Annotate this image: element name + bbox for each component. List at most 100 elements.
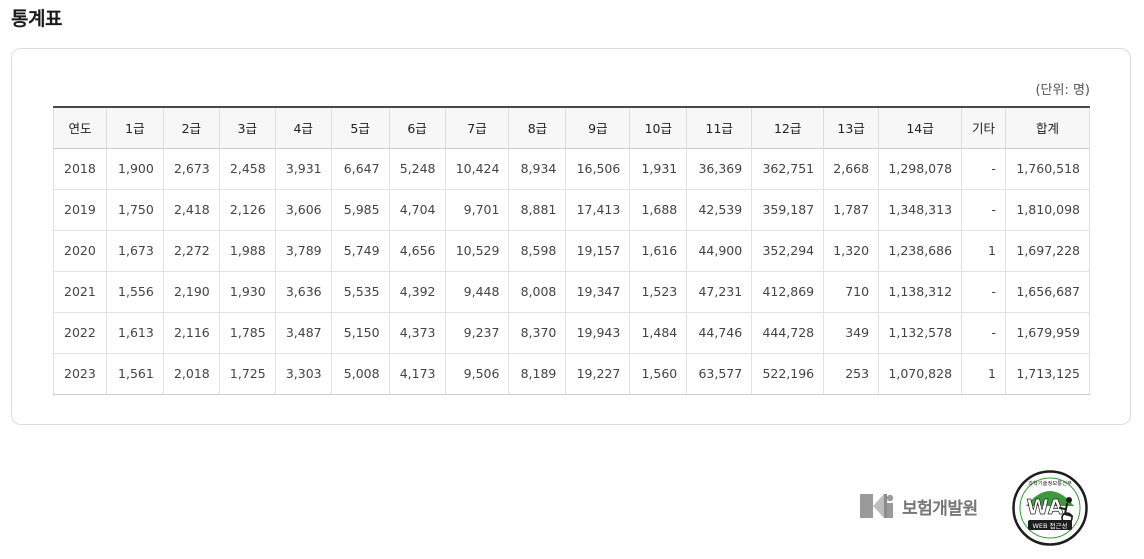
header-cell: 9급 [565, 107, 631, 149]
value-cell: - [961, 312, 1006, 354]
value-cell: 3,931 [275, 148, 332, 190]
value-cell: 2,673 [163, 148, 220, 190]
value-cell: 2,116 [163, 312, 220, 354]
value-cell: 8,370 [508, 312, 567, 354]
value-cell: 19,157 [565, 230, 631, 272]
value-cell: 1,787 [823, 189, 880, 231]
table-header-row: 연도 1급 2급 3급 4급 5급 6급 7급 8급 9급 10급 11급 12급 13급 14급 기타 합계 [53, 107, 1091, 149]
total-cell: 1,656,687 [1005, 271, 1091, 313]
value-cell: 19,227 [565, 353, 631, 395]
value-cell: 4,173 [389, 353, 446, 395]
value-cell: 9,506 [445, 353, 510, 395]
value-cell: 1,238,686 [878, 230, 963, 272]
value-cell: 3,606 [275, 189, 332, 231]
value-cell: 4,392 [389, 271, 446, 313]
value-cell: 362,751 [751, 148, 825, 190]
value-cell: 4,656 [389, 230, 446, 272]
value-cell: 5,248 [389, 148, 446, 190]
value-cell: 5,150 [331, 312, 390, 354]
value-cell: 352,294 [751, 230, 825, 272]
table-row: 2020 1,673 2,272 1,988 3,789 5,749 4,656 10,529… [53, 230, 1091, 272]
value-cell: 5,008 [331, 353, 390, 395]
badge-mark-text: WA [1027, 495, 1064, 519]
value-cell: 9,701 [445, 189, 510, 231]
value-cell: 8,189 [508, 353, 567, 395]
year-cell: 2023 [53, 353, 107, 395]
value-cell: 710 [823, 271, 880, 313]
year-cell: 2022 [53, 312, 107, 354]
table-row: 2022 1,613 2,116 1,785 3,487 5,150 4,373 9,237 8… [53, 312, 1091, 354]
value-cell: 2,418 [163, 189, 220, 231]
org-name: 보험개발원 [902, 498, 978, 519]
value-cell: 1,931 [629, 148, 688, 190]
value-cell: 2,018 [163, 353, 220, 395]
value-cell: 412,869 [751, 271, 825, 313]
value-cell: 1,613 [106, 312, 164, 354]
value-cell: 1,070,828 [878, 353, 963, 395]
header-cell: 5급 [331, 107, 390, 149]
total-cell: 1,697,228 [1005, 230, 1091, 272]
value-cell: 10,529 [445, 230, 510, 272]
header-cell: 합계 [1005, 107, 1091, 149]
stats-table: 연도 1급 2급 3급 4급 5급 6급 7급 8급 9급 10급 11급 12급 13급 14급 기타 합계 … [53, 106, 1091, 395]
value-cell: 1,484 [629, 312, 688, 354]
org-logo[interactable]: 보험개발원 [860, 493, 978, 519]
value-cell: 9,237 [445, 312, 510, 354]
value-cell: 1 [961, 230, 1006, 272]
value-cell: 19,347 [565, 271, 631, 313]
value-cell: 17,413 [565, 189, 631, 231]
value-cell: 359,187 [751, 189, 825, 231]
value-cell: 1,560 [629, 353, 688, 395]
badge-label: WEB 접근성 [1033, 521, 1068, 530]
value-cell: 1,785 [219, 312, 276, 354]
value-cell: 2,272 [163, 230, 220, 272]
header-cell: 12급 [751, 107, 825, 149]
total-cell: 1,713,125 [1005, 353, 1091, 395]
stats-panel: (단위: 명) 연도 1급 2급 3급 4급 5급 6급 7급 8급 9급 10급 11급 12급 13급… [11, 48, 1131, 425]
value-cell: - [961, 189, 1006, 231]
value-cell: 4,704 [389, 189, 446, 231]
value-cell: 1,298,078 [878, 148, 963, 190]
value-cell: 444,728 [751, 312, 825, 354]
unit-note: (단위: 명) [1035, 83, 1090, 98]
value-cell: 42,539 [686, 189, 753, 231]
value-cell: 5,535 [331, 271, 390, 313]
header-year: 연도 [53, 107, 107, 149]
value-cell: 1,320 [823, 230, 880, 272]
value-cell: 3,303 [275, 353, 332, 395]
header-cell: 4급 [275, 107, 332, 149]
value-cell: 1,138,312 [878, 271, 963, 313]
value-cell: 3,636 [275, 271, 332, 313]
value-cell: 1,616 [629, 230, 688, 272]
header-cell: 10급 [629, 107, 688, 149]
year-cell: 2021 [53, 271, 107, 313]
value-cell: 8,881 [508, 189, 567, 231]
value-cell: 1,348,313 [878, 189, 963, 231]
value-cell: 3,789 [275, 230, 332, 272]
value-cell: 2,126 [219, 189, 276, 231]
value-cell: 5,985 [331, 189, 390, 231]
table-row: 2018 1,900 2,673 2,458 3,931 6,647 5,248 10,424… [53, 148, 1091, 190]
value-cell: 1,556 [106, 271, 164, 313]
value-cell: 1,988 [219, 230, 276, 272]
value-cell: 47,231 [686, 271, 753, 313]
web-accessibility-mark-icon[interactable]: 과학기술정보통신부 WA WEB 접근성 [1012, 470, 1088, 546]
total-cell: 1,679,959 [1005, 312, 1091, 354]
header-cell: 13급 [823, 107, 880, 149]
page-title: 통계표 [11, 8, 62, 30]
value-cell: 5,749 [331, 230, 390, 272]
header-cell: 11급 [686, 107, 753, 149]
header-cell: 2급 [163, 107, 220, 149]
value-cell: 44,900 [686, 230, 753, 272]
value-cell: 19,943 [565, 312, 631, 354]
value-cell: 63,577 [686, 353, 753, 395]
value-cell: - [961, 148, 1006, 190]
table-row: 2023 1,561 2,018 1,725 3,303 5,008 4,173 9,506 8… [53, 353, 1091, 395]
table-row: 2021 1,556 2,190 1,930 3,636 5,535 4,392 9,448 8… [53, 271, 1091, 313]
value-cell: 3,487 [275, 312, 332, 354]
table-body: 2018 1,900 2,673 2,458 3,931 6,647 5,248 10,424… [53, 148, 1091, 395]
value-cell: 4,373 [389, 312, 446, 354]
badge-top-text: 과학기술정보통신부 [1028, 479, 1072, 487]
year-cell: 2019 [53, 189, 107, 231]
value-cell: 2,668 [823, 148, 880, 190]
